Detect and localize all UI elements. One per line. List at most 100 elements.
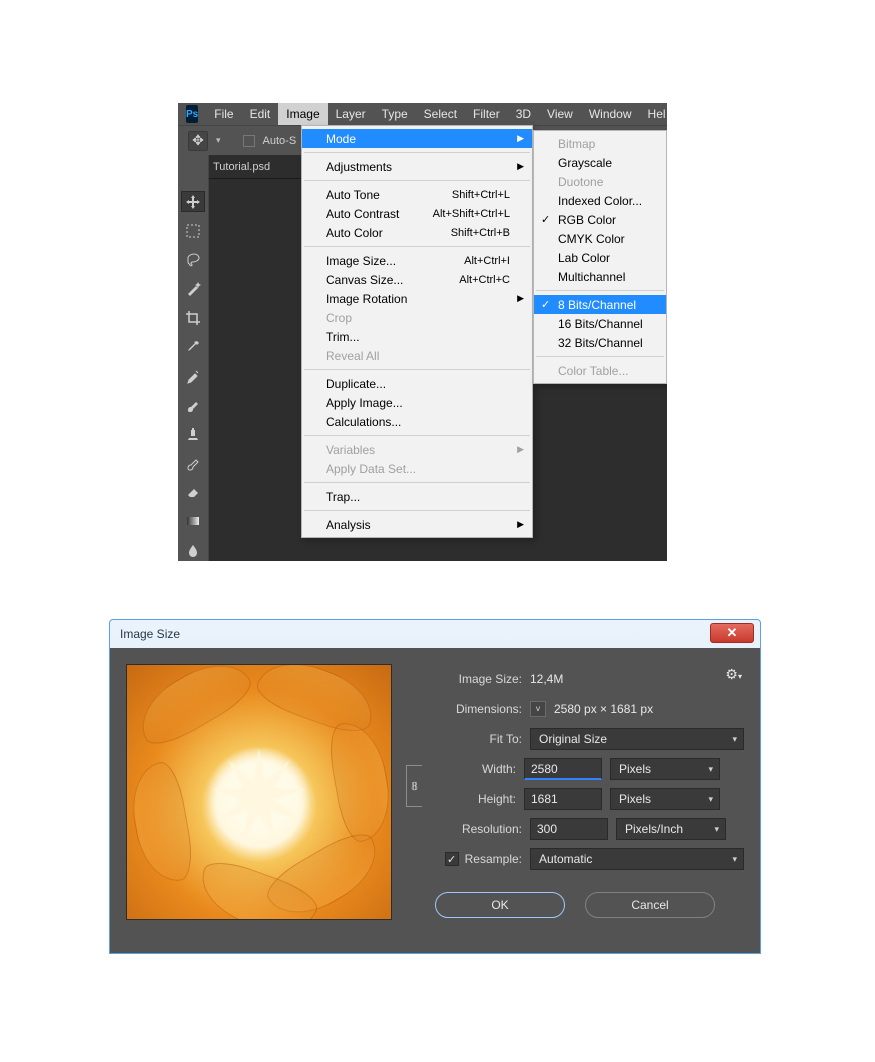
menu-item-rgb-color[interactable]: ✓RGB Color <box>534 210 666 229</box>
height-input[interactable] <box>524 788 602 810</box>
menu-item-cmyk-color[interactable]: CMYK Color <box>534 229 666 248</box>
menu-item-8bits[interactable]: ✓8 Bits/Channel <box>534 295 666 314</box>
eyedropper-tool-icon[interactable] <box>181 336 205 357</box>
menu-item-variables: Variables▶ <box>302 440 532 459</box>
menu-item-adjustments[interactable]: Adjustments▶ <box>302 157 532 176</box>
image-size-dialog-window: Image Size ✕ <box>109 619 761 954</box>
lasso-tool-icon[interactable] <box>181 249 205 270</box>
submenu-arrow-icon: ▶ <box>517 133 524 144</box>
separator <box>304 482 530 483</box>
menu-window[interactable]: Window <box>581 103 640 125</box>
window-close-button[interactable]: ✕ <box>710 623 754 643</box>
ok-button[interactable]: OK <box>435 892 565 918</box>
menu-item-grayscale[interactable]: Grayscale <box>534 153 666 172</box>
menu-item-multichannel[interactable]: Multichannel <box>534 267 666 286</box>
menu-item-image-size[interactable]: Image Size...Alt+Ctrl+I <box>302 251 532 270</box>
menu-item-analysis[interactable]: Analysis▶ <box>302 515 532 534</box>
image-size-value: 12,4M <box>530 672 563 686</box>
chevron-down-icon: ▾ <box>732 854 737 865</box>
menu-item-auto-color[interactable]: Auto ColorShift+Ctrl+B <box>302 223 532 242</box>
resample-checkbox[interactable]: ✓ <box>445 852 459 866</box>
mode-submenu-dropdown: Bitmap Grayscale Duotone Indexed Color..… <box>533 130 667 384</box>
check-icon: ✓ <box>541 298 550 311</box>
menu-layer[interactable]: Layer <box>328 103 374 125</box>
image-preview[interactable] <box>126 664 392 920</box>
menu-item-color-table: Color Table... <box>534 361 666 380</box>
width-input[interactable] <box>524 758 602 780</box>
menu-image[interactable]: Image <box>278 103 327 125</box>
menu-item-mode[interactable]: Mode▶ <box>302 129 532 148</box>
menu-item-duotone: Duotone <box>534 172 666 191</box>
settings-gear-icon[interactable]: ⚙︎▾ <box>725 666 742 683</box>
image-menu-dropdown: Mode▶ Adjustments▶ Auto ToneShift+Ctrl+L… <box>301 125 533 538</box>
separator <box>536 356 664 357</box>
menu-item-trim[interactable]: Trim... <box>302 327 532 346</box>
chevron-down-icon[interactable]: ▾ <box>216 135 221 146</box>
menu-item-reveal-all: Reveal All <box>302 346 532 365</box>
menu-help[interactable]: Hel <box>640 103 667 125</box>
image-size-form: ⚙︎▾ Image Size: 12,4M Dimensions: ˅ 2580… <box>406 664 744 937</box>
image-size-label: Image Size: <box>406 672 522 686</box>
separator <box>304 152 530 153</box>
brush-tool-icon[interactable] <box>181 395 205 416</box>
menu-item-duplicate[interactable]: Duplicate... <box>302 374 532 393</box>
chevron-down-icon: ▾ <box>714 824 719 835</box>
menu-view[interactable]: View <box>539 103 581 125</box>
healing-brush-tool-icon[interactable] <box>181 366 205 387</box>
menu-item-canvas-size[interactable]: Canvas Size...Alt+Ctrl+C <box>302 270 532 289</box>
eraser-tool-icon[interactable] <box>181 482 205 503</box>
window-title: Image Size <box>120 627 180 641</box>
resample-method-select[interactable]: Automatic▾ <box>530 848 744 870</box>
marquee-tool-icon[interactable] <box>181 220 205 241</box>
resolution-unit-select[interactable]: Pixels/Inch▾ <box>616 818 726 840</box>
chevron-down-icon: ▾ <box>708 764 713 775</box>
auto-select-label: Auto-S <box>263 135 297 147</box>
dialog-body: ⚙︎▾ Image Size: 12,4M Dimensions: ˅ 2580… <box>110 648 760 953</box>
menu-item-calculations[interactable]: Calculations... <box>302 412 532 431</box>
menu-item-bitmap: Bitmap <box>534 134 666 153</box>
fit-to-select[interactable]: Original Size▾ <box>530 728 744 750</box>
document-tab[interactable]: Tutorial.psd <box>213 161 270 173</box>
menu-item-lab-color[interactable]: Lab Color <box>534 248 666 267</box>
resample-label: Resample: <box>465 852 522 866</box>
menu-filter[interactable]: Filter <box>465 103 508 125</box>
check-icon: ✓ <box>541 213 550 226</box>
gradient-tool-icon[interactable] <box>181 511 205 532</box>
separator <box>304 180 530 181</box>
height-unit-select[interactable]: Pixels▾ <box>610 788 720 810</box>
clone-stamp-tool-icon[interactable] <box>181 424 205 445</box>
resolution-input[interactable] <box>530 818 608 840</box>
menu-item-32bits[interactable]: 32 Bits/Channel <box>534 333 666 352</box>
menu-item-16bits[interactable]: 16 Bits/Channel <box>534 314 666 333</box>
menu-edit[interactable]: Edit <box>242 103 279 125</box>
menu-item-auto-contrast[interactable]: Auto ContrastAlt+Shift+Ctrl+L <box>302 204 532 223</box>
menu-type[interactable]: Type <box>374 103 416 125</box>
submenu-arrow-icon: ▶ <box>517 161 524 172</box>
menu-file[interactable]: File <box>206 103 241 125</box>
menubar: Ps File Edit Image Layer Type Select Fil… <box>178 103 667 125</box>
crop-tool-icon[interactable] <box>181 307 205 328</box>
chevron-down-icon: ▾ <box>708 794 713 805</box>
dimensions-unit-toggle[interactable]: ˅ <box>530 701 546 717</box>
menu-item-indexed-color[interactable]: Indexed Color... <box>534 191 666 210</box>
photoshop-window: Ps File Edit Image Layer Type Select Fil… <box>178 103 667 561</box>
submenu-arrow-icon: ▶ <box>517 519 524 530</box>
auto-select-checkbox[interactable] <box>243 135 255 147</box>
constrain-proportions-toggle[interactable]: 𝟠 <box>406 765 422 807</box>
separator <box>536 290 664 291</box>
magic-wand-tool-icon[interactable] <box>181 278 205 299</box>
menu-select[interactable]: Select <box>416 103 465 125</box>
separator <box>304 510 530 511</box>
window-titlebar[interactable]: Image Size ✕ <box>110 620 760 648</box>
menu-item-image-rotation[interactable]: Image Rotation▶ <box>302 289 532 308</box>
history-brush-tool-icon[interactable] <box>181 453 205 474</box>
width-unit-select[interactable]: Pixels▾ <box>610 758 720 780</box>
menu-item-apply-image[interactable]: Apply Image... <box>302 393 532 412</box>
move-tool-icon[interactable]: ✥ <box>188 131 208 151</box>
menu-3d[interactable]: 3D <box>508 103 539 125</box>
menu-item-auto-tone[interactable]: Auto ToneShift+Ctrl+L <box>302 185 532 204</box>
menu-item-trap[interactable]: Trap... <box>302 487 532 506</box>
move-tool-icon[interactable] <box>181 191 205 212</box>
blur-tool-icon[interactable] <box>181 540 205 561</box>
cancel-button[interactable]: Cancel <box>585 892 715 918</box>
